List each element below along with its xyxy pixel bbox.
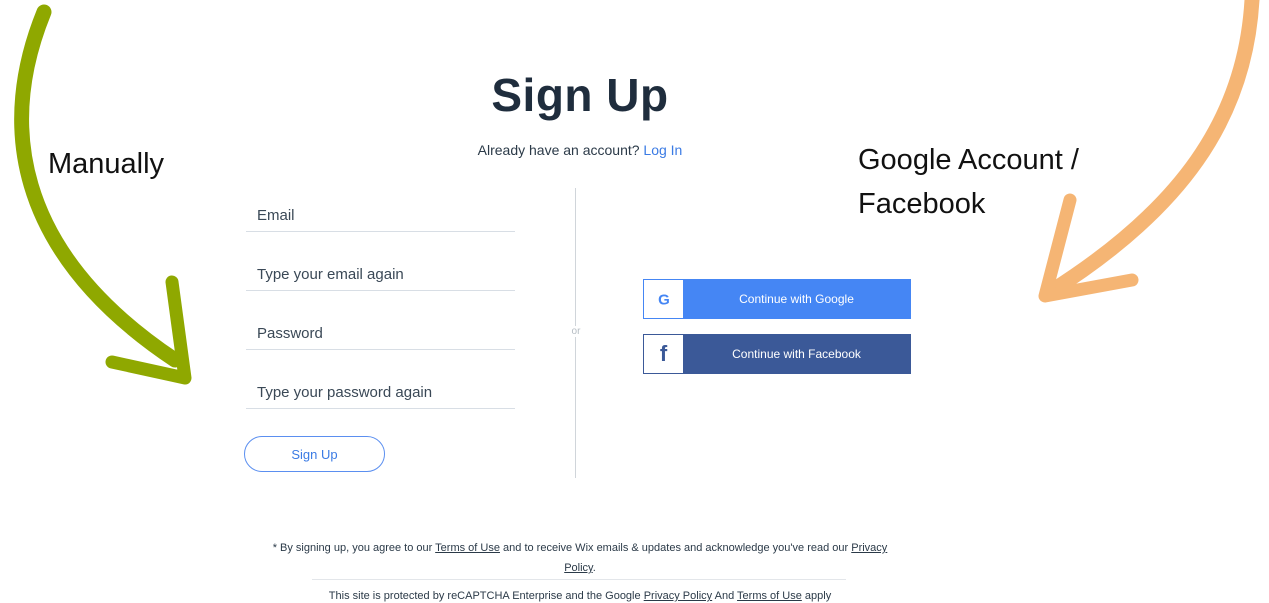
facebook-f-icon: f: [644, 335, 683, 373]
login-prompt-text: Already have an account?: [477, 142, 640, 158]
password-confirm-input[interactable]: [246, 377, 515, 409]
annotation-social-line1: Google Account /: [858, 144, 1079, 176]
legal-divider: [312, 579, 846, 580]
login-link[interactable]: Log In: [643, 142, 682, 158]
annotation-social: Google Account / Facebook: [858, 138, 1138, 226]
google-g-icon: G: [644, 280, 683, 318]
sign-up-button[interactable]: Sign Up: [244, 436, 385, 472]
google-button-label: Continue with Google: [739, 292, 854, 306]
legal-middle: and to receive Wix emails & updates and …: [503, 542, 849, 554]
facebook-button-label: Continue with Facebook: [732, 347, 861, 361]
terms-of-use-link[interactable]: Terms of Use: [435, 542, 500, 554]
google-g-glyph: G: [658, 292, 670, 308]
recaptcha-and: And: [714, 590, 735, 602]
page-title: Sign Up: [491, 69, 669, 121]
google-privacy-policy-link[interactable]: Privacy Policy: [644, 590, 712, 602]
legal-notice: * By signing up, you agree to our Terms …: [270, 538, 890, 578]
legal-suffix: .: [592, 562, 596, 574]
google-terms-of-use-link[interactable]: Terms of Use: [737, 590, 802, 602]
recaptcha-prefix: This site is protected by reCAPTCHA Ente…: [328, 590, 641, 602]
continue-with-google-button[interactable]: G Continue with Google: [643, 279, 911, 319]
recaptcha-notice: This site is protected by reCAPTCHA Ente…: [270, 586, 890, 603]
or-label: or: [567, 326, 585, 337]
recaptcha-suffix: apply: [804, 590, 832, 602]
email-confirm-input[interactable]: [246, 259, 515, 291]
annotation-manual: Manually: [48, 148, 165, 180]
password-input[interactable]: [246, 318, 515, 350]
legal-prefix: * By signing up, you agree to our: [272, 542, 433, 554]
email-input[interactable]: [246, 200, 515, 232]
annotation-social-line2: Facebook: [858, 188, 986, 220]
facebook-f-glyph: f: [659, 341, 668, 366]
signup-page: Sign Up Already have an account? Log In …: [0, 0, 1269, 603]
continue-with-facebook-button[interactable]: f Continue with Facebook: [643, 334, 911, 374]
